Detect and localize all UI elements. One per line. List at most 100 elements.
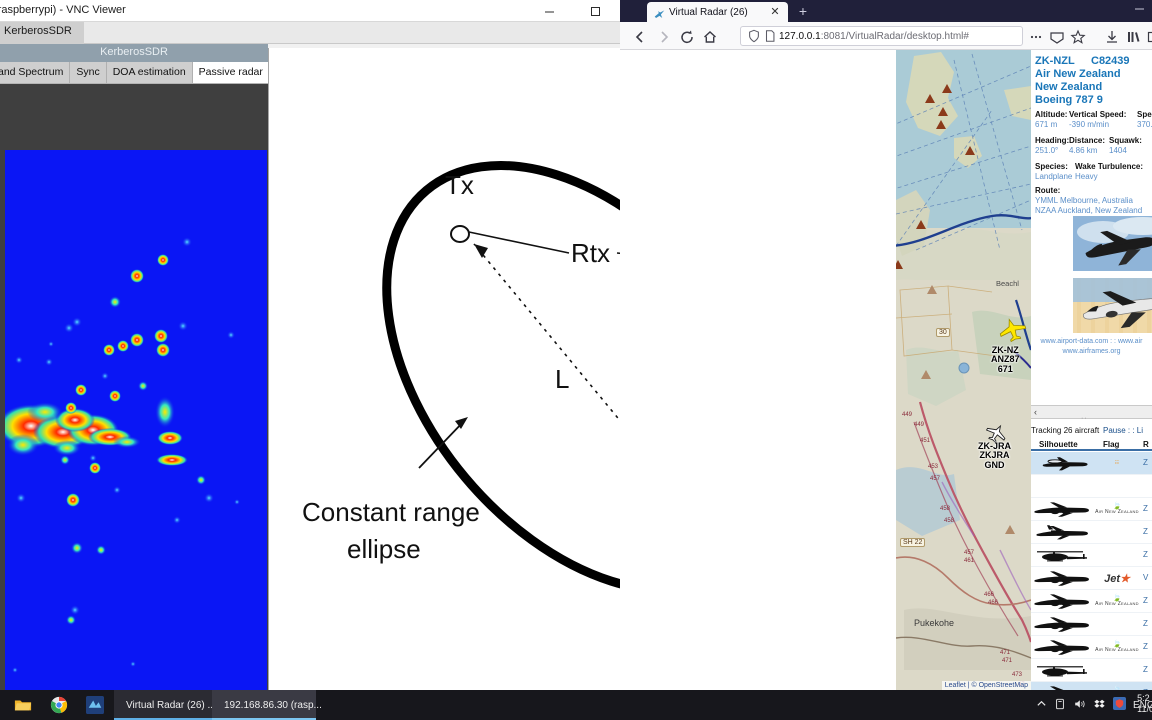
detail-value-squawk: 1404 xyxy=(1109,146,1127,155)
taskbar-file-explorer[interactable] xyxy=(6,690,40,720)
table-row[interactable]: Z xyxy=(1031,613,1152,636)
back-arrow-icon[interactable] xyxy=(632,29,648,45)
column-header-silhouette[interactable]: Silhouette xyxy=(1039,440,1078,449)
dropbox-icon[interactable] xyxy=(1093,698,1106,713)
browser-tab-virtual-radar[interactable]: Virtual Radar (26) ✕ xyxy=(647,2,788,22)
reader-view-icon[interactable] xyxy=(1049,29,1065,45)
detail-route-origin: YMML Melbourne, Australia xyxy=(1035,196,1133,205)
detail-registration[interactable]: ZK-NZL xyxy=(1035,55,1075,67)
aircraft-registration-cell: V xyxy=(1143,573,1149,582)
volume-icon[interactable] xyxy=(1073,698,1086,713)
splitter-grip: ·· xyxy=(1081,415,1088,422)
map-attribution[interactable]: Leaflet | © OpenStreetMap xyxy=(941,681,1031,690)
map-marker-aircraft-zkjra[interactable]: ZK-JRA ZKJRA GND xyxy=(978,441,1011,470)
svg-text:457: 457 xyxy=(964,550,975,556)
diagram-label-tx: Tx xyxy=(445,170,474,200)
reload-icon[interactable] xyxy=(679,29,695,45)
vnc-minimize-button[interactable] xyxy=(526,0,572,22)
address-bar[interactable]: 127.0.0.1:8081/VirtualRadar/desktop.html… xyxy=(740,26,1023,46)
detail-label-species: Species: xyxy=(1035,162,1068,171)
aircraft-photo-2[interactable] xyxy=(1073,278,1152,333)
aircraft-registration-cell: Z xyxy=(1143,642,1148,651)
table-row[interactable]: 🍃Air New Zealand Z xyxy=(1031,636,1152,659)
close-icon[interactable]: ✕ xyxy=(769,6,781,18)
detail-label-altitude: Altitude: xyxy=(1035,110,1068,119)
map-road-shield-sh22: SH 22 xyxy=(900,538,926,547)
table-row[interactable]: Z xyxy=(1031,544,1152,567)
detail-label-vertical-speed: Vertical Speed: xyxy=(1069,110,1127,119)
detail-value-wake-turbulence: Heavy xyxy=(1075,172,1098,181)
aircraft-flag-cell xyxy=(1093,478,1141,495)
vnc-title-bar[interactable]: (raspberrypi) - VNC Viewer xyxy=(0,0,640,22)
taskbar-blue-app[interactable] xyxy=(78,690,112,720)
table-row[interactable] xyxy=(1031,475,1152,498)
aircraft-silhouette-icon xyxy=(1033,479,1091,494)
column-header-flag[interactable]: Flag xyxy=(1103,440,1119,449)
detail-label-heading: Heading: xyxy=(1035,136,1070,145)
svg-text:461: 461 xyxy=(964,558,975,564)
aircraft-silhouette-icon xyxy=(1033,640,1091,655)
home-icon[interactable] xyxy=(702,29,718,45)
pause-link[interactable]: Pause : : Li xyxy=(1103,426,1143,435)
chevron-left-icon[interactable]: ‹ xyxy=(1034,407,1037,417)
diagram-label-baseline: L xyxy=(555,364,569,394)
taskbar-window-vnc[interactable]: V2 192.168.86.30 (rasp... xyxy=(212,690,322,720)
vnc-inner-tabbar: KerberosSDR xyxy=(0,22,640,44)
leaflet-map[interactable]: 449 451 453 457 458 458 457 461 466 466 471 47… xyxy=(896,50,1031,690)
range-doppler-plot: 0 20 40 xyxy=(0,84,268,715)
photo-credit-line-2: www.airframes.org xyxy=(1062,348,1121,355)
taskbar-window-firefox[interactable]: Virtual Radar (26) ... xyxy=(114,690,216,720)
table-row[interactable]: Z xyxy=(1031,659,1152,682)
map-marker-selected-aircraft[interactable]: ZK-NZ ANZ87 671 xyxy=(991,345,1020,374)
radar-icon xyxy=(654,7,665,18)
aircraft-silhouette-icon xyxy=(1033,594,1091,609)
firefox-window: Virtual Radar (26) ✕ + 127.0.0.1:8081/Vi… xyxy=(620,0,1152,720)
diagram-label-rtx: Rtx xyxy=(571,238,610,268)
security-icon[interactable] xyxy=(1113,697,1126,713)
range-doppler-canvas xyxy=(0,150,267,701)
tab-sync[interactable]: Sync xyxy=(70,62,107,83)
aircraft-photo-1[interactable] xyxy=(1073,216,1152,271)
svg-text:458: 458 xyxy=(940,506,951,512)
aircraft-flag-cell: 🍃Air New Zealand xyxy=(1093,593,1141,610)
taskbar-clock[interactable]: 5:2 11/0 xyxy=(1137,693,1152,715)
column-header-registration[interactable]: R xyxy=(1143,440,1149,449)
chrome-icon xyxy=(50,696,68,714)
chevron-up-icon[interactable] xyxy=(1036,698,1047,712)
panel-splitter[interactable]: ‹ ·· xyxy=(1031,405,1152,422)
vnc-maximize-button[interactable] xyxy=(572,0,618,22)
sidebar-icon[interactable] xyxy=(1146,29,1152,45)
table-row[interactable]: 🍃Air New Zealand Z xyxy=(1031,590,1152,613)
airline-logo-none: ☷ xyxy=(1114,460,1120,466)
detail-operator: Air New Zealand xyxy=(1035,68,1121,80)
device-icon[interactable] xyxy=(1054,698,1066,713)
table-row[interactable]: ☷ Z xyxy=(1031,452,1152,475)
taskbar-chrome[interactable] xyxy=(42,690,76,720)
tab-spectrum[interactable]: and Spectrum xyxy=(0,62,71,83)
shield-icon[interactable] xyxy=(747,29,763,45)
detail-value-speed: 370.2 xyxy=(1137,120,1152,129)
star-icon[interactable] xyxy=(1070,29,1086,45)
new-tab-button[interactable]: + xyxy=(796,4,810,18)
taskbar-window-firefox-label: Virtual Radar (26) ... xyxy=(126,699,216,711)
browser-minimize-button[interactable] xyxy=(1131,3,1147,19)
tab-doa-estimation[interactable]: DOA estimation xyxy=(107,62,193,83)
aircraft-registration-cell: Z xyxy=(1143,458,1148,467)
range-doppler-heatmap xyxy=(0,150,267,701)
desktop: (raspberrypi) - VNC Viewer KerberosSDR K… xyxy=(0,0,1152,720)
download-icon[interactable] xyxy=(1104,29,1120,45)
aircraft-flag-cell: 🍃Air New Zealand xyxy=(1093,639,1141,656)
svg-text:458: 458 xyxy=(944,518,955,524)
aircraft-flag-cell xyxy=(1093,616,1141,633)
vnc-tab-kerberossdr[interactable]: KerberosSDR xyxy=(0,22,84,44)
marker-line-3: GND xyxy=(984,459,1005,470)
aircraft-list[interactable]: ☷ Z 🍃 Air New Zealand Z Z Z Jet★ V 🍃 Air New Zeala… xyxy=(1031,452,1152,720)
forward-arrow-icon[interactable] xyxy=(656,29,672,45)
ellipsis-icon[interactable] xyxy=(1028,29,1044,45)
table-row[interactable]: 🍃Air New Zealand Z xyxy=(1031,498,1152,521)
tab-passive-radar[interactable]: Passive radar xyxy=(192,62,270,83)
detail-icao: C82439 xyxy=(1091,55,1130,67)
table-row[interactable]: Jet★ V xyxy=(1031,567,1152,590)
library-icon[interactable] xyxy=(1125,29,1141,45)
table-row[interactable]: Z xyxy=(1031,521,1152,544)
